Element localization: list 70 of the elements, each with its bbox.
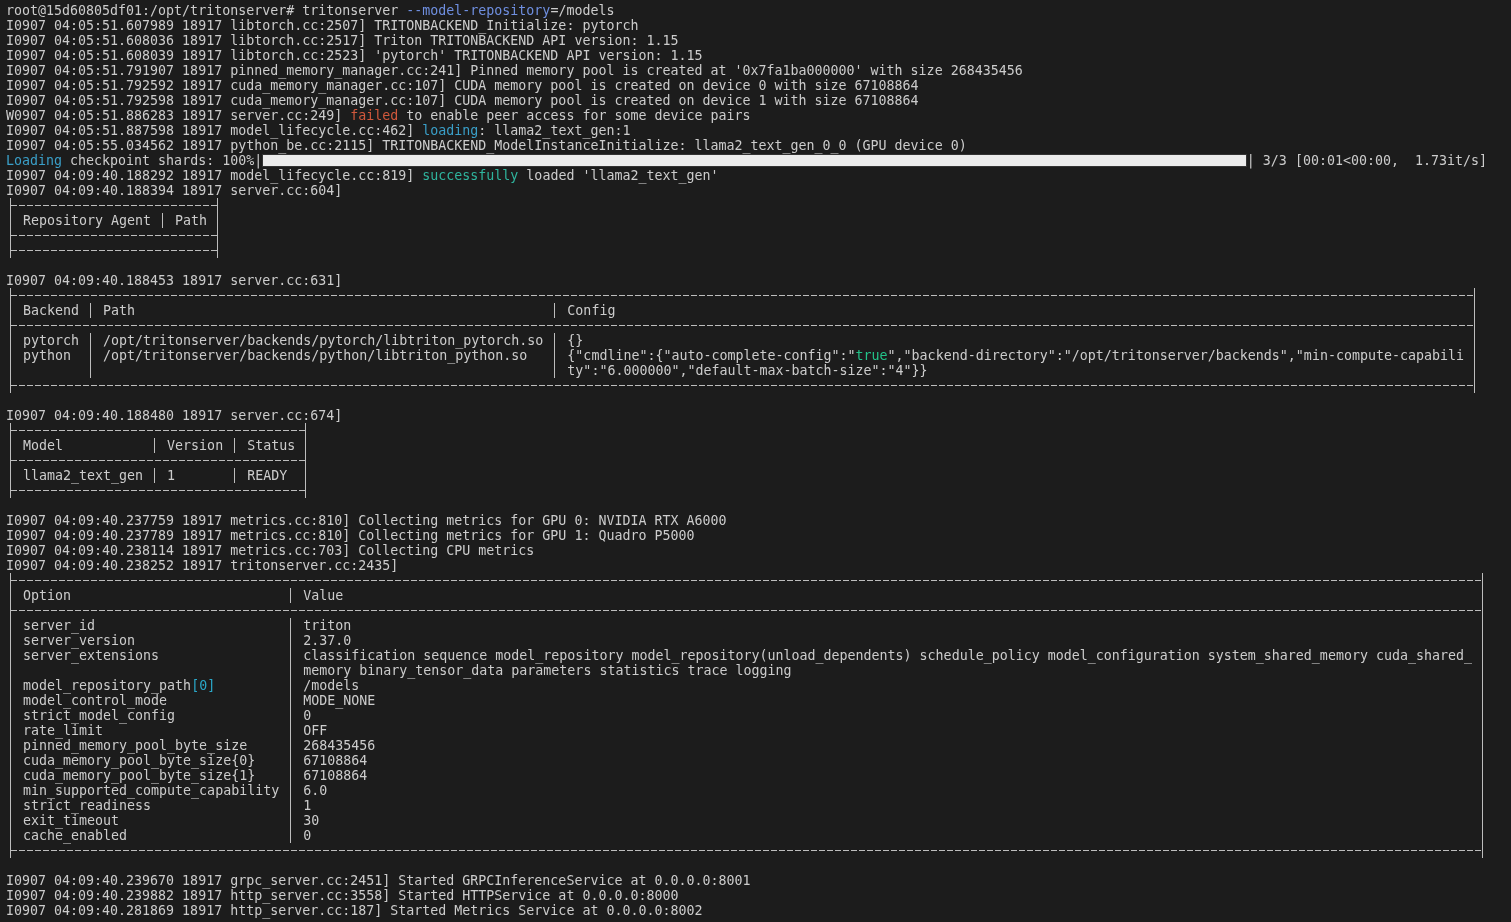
terminal-line: I0907 04:05:51.608039 18917 libtorch.cc:2523] 'pytorch' TRITONBACKEND API version: 1.15 [6, 48, 704, 63]
table-cell: exit_timeout [10, 813, 291, 828]
table-cell: 6.0 [290, 783, 1483, 798]
terminal-line: I0907 04:05:51.792598 18917 cuda_memory_manager.cc:107] CUDA memory pool is created on device 1 with size 67108864 [6, 93, 920, 108]
terminal-line: I0907 04:09:40.188292 18917 model_lifecycle.cc:819] successfully loaded 'llama2_text_gen' [6, 168, 720, 183]
table-cell: 2.37.0 [290, 633, 1483, 648]
table-cell: model_repository_path[0] [10, 678, 291, 693]
table-cell: server_id [10, 618, 291, 633]
terminal-line: I0907 04:05:51.607989 18917 libtorch.cc:2507] TRITONBACKEND_Initialize: pytorch [6, 18, 640, 33]
terminal-line: I0907 04:09:40.239670 18917 grpc_server.cc:2451] Started GRPCInferenceService at 0.0.0.0:8001 [6, 873, 752, 888]
table-cell: pytorch [10, 333, 91, 348]
progress-stats: | 3/3 [00:01<00:00, 1.73it/s] [1246, 153, 1487, 168]
table-cell: MODE_NONE [290, 693, 1483, 708]
column-header: Option [10, 588, 291, 603]
table-cell: /models [290, 678, 1483, 693]
table-cell: 67108864 [290, 768, 1483, 783]
table-cell: strict_readiness [10, 798, 291, 813]
progress-label: Loading checkpoint shards: 100%| [6, 153, 263, 168]
table-cell: cuda_memory_pool_byte_size{0} [10, 753, 291, 768]
column-header: Model [10, 438, 155, 453]
table-cell: python [10, 348, 91, 378]
terminal-line: I0907 04:05:51.887598 18917 model_lifecycle.cc:462] loading: llama2_text_gen:1 [6, 123, 631, 138]
table-cell: 1 [290, 798, 1483, 813]
table-cell: 1 [154, 468, 235, 483]
terminal-line: I0907 04:09:40.188480 18917 server.cc:674] [6, 408, 344, 423]
column-header: Status [234, 438, 307, 453]
terminal-line: root@15d60805df01:/opt/tritonserver# tritonserver --model-repository=/models [6, 3, 616, 18]
table-cell: OFF [290, 723, 1483, 738]
table-cell: rate_limit [10, 723, 291, 738]
terminal-line: I0907 04:09:40.281869 18917 http_server.cc:187] Started Metrics Service at 0.0.0.0:8002 [6, 903, 704, 918]
terminal-line: I0907 04:05:55.034562 18917 python_be.cc:2115] TRITONBACKEND_ModelInstanceInitialize: llama2_text_gen_0_0 (GPU device 0) [6, 138, 968, 153]
table-cell: 67108864 [290, 753, 1483, 768]
column-header: Backend [10, 303, 91, 318]
terminal-line: I0907 04:05:51.791907 18917 pinned_memory_manager.cc:241] Pinned memory pool is created at '0x7fa1ba000000' with size 268435456 [6, 63, 1024, 78]
table-cell: 0 [290, 708, 1483, 723]
table-cell: model_control_mode [10, 693, 291, 708]
terminal-line: I0907 04:09:40.237759 18917 metrics.cc:810] Collecting metrics for GPU 0: NVIDIA RTX A6000 [6, 513, 728, 528]
terminal-line: W0907 04:05:51.886283 18917 server.cc:249] failed to enable peer access for some device pairs [6, 108, 752, 123]
table-cell: 268435456 [290, 738, 1483, 753]
table-cell: cache_enabled [10, 828, 291, 843]
table-cell: {} [554, 333, 1475, 348]
table-cell: /opt/tritonserver/backends/pytorch/libtriton_pytorch.so [90, 333, 555, 348]
table-cell: classification sequence model_repository model_repository(unload_dependents) schedule_policy model_configuration system_shared_memory cuda_shared_ memory binary_tensor_data parameters statistics trace logging [290, 648, 1483, 678]
terminal-line: I0907 04:05:51.608036 18917 libtorch.cc:2517] Triton TRITONBACKEND API version: 1.15 [6, 33, 680, 48]
column-header: Path [162, 213, 219, 228]
table-cell: min_supported_compute_capability [10, 783, 291, 798]
terminal-line: I0907 04:09:40.239882 18917 http_server.cc:3558] Started HTTPService at 0.0.0.0:8000 [6, 888, 680, 903]
table-cell: server_extensions [10, 648, 291, 678]
column-header: Path [90, 303, 555, 318]
table-cell: strict_model_config [10, 708, 291, 723]
terminal-line: I0907 04:05:51.792592 18917 cuda_memory_manager.cc:107] CUDA memory pool is created on device 0 with size 67108864 [6, 78, 920, 93]
column-header: Repository Agent [10, 213, 163, 228]
column-header: Config [554, 303, 1475, 318]
table-cell: pinned_memory_pool_byte_size [10, 738, 291, 753]
table-cell: llama2_text_gen [10, 468, 155, 483]
terminal-line: I0907 04:09:40.237789 18917 metrics.cc:810] Collecting metrics for GPU 1: Quadro P5000 [6, 528, 696, 543]
table-cell: READY [234, 468, 307, 483]
table-cell: 30 [290, 813, 1483, 828]
table-cell: triton [290, 618, 1483, 633]
table-cell: /opt/tritonserver/backends/python/libtriton_python.so [90, 348, 555, 378]
terminal-line: I0907 04:09:40.188394 18917 server.cc:604] [6, 183, 343, 198]
table-cell: cuda_memory_pool_byte_size{1} [10, 768, 291, 783]
column-header: Value [290, 588, 1483, 603]
table-cell: {"cmdline":{"auto-complete-config":"true","backend-directory":"/opt/tritonserver/backends","min-compute-capabili ty":"6.000000","default-max-batch-size":"4"}} [554, 348, 1475, 378]
column-header: Version [154, 438, 235, 453]
table-cell: server_version [10, 633, 291, 648]
terminal-line: I0907 04:09:40.188453 18917 server.cc:631] [6, 273, 344, 288]
terminal-line: I0907 04:09:40.238252 18917 tritonserver.cc:2435] [6, 558, 400, 573]
table-cell: 0 [290, 828, 1483, 843]
terminal-line: I0907 04:09:40.238114 18917 metrics.cc:703] Collecting CPU metrics [6, 543, 536, 558]
